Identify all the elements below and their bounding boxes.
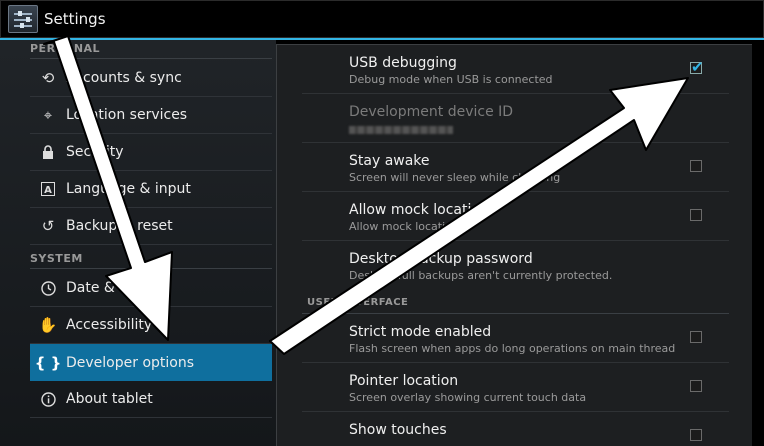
sidebar-item-accounts-sync[interactable]: ⟲ Accounts & sync [30, 60, 272, 97]
sidebar-item-label: Date & time [66, 280, 151, 296]
clock-icon [32, 280, 64, 296]
pref-usb-debugging[interactable]: USB debugging Debug mode when USB is con… [302, 45, 729, 94]
sidebar-item-label: About tablet [66, 391, 153, 407]
lock-icon [32, 145, 64, 159]
strict-mode-checkbox[interactable] [690, 331, 702, 343]
sidebar-item-language-input[interactable]: A Language & input [30, 171, 272, 208]
redacted-device-id [349, 126, 453, 134]
section-header-personal: PERSONAL [30, 42, 272, 59]
pref-title: Strict mode enabled [349, 324, 492, 340]
braces-icon: { } [34, 353, 62, 372]
svg-text:A: A [44, 185, 52, 196]
stay-awake-checkbox[interactable] [690, 160, 702, 172]
sidebar-item-label: Location services [66, 107, 188, 123]
pref-summary: Allow mock locations [349, 220, 465, 233]
pref-title: Desktop backup password [349, 251, 533, 267]
mock-locations-checkbox[interactable] [690, 209, 702, 221]
section-header-user-interface: USER INTERFACE [307, 297, 409, 308]
sidebar-item-accessibility[interactable]: ✋ Accessibility [30, 307, 272, 344]
pref-title: Allow mock locations [349, 202, 497, 218]
pointer-location-checkbox[interactable] [690, 380, 702, 392]
pref-desktop-backup-password[interactable]: Desktop backup password Desktop full bac… [302, 241, 729, 289]
sidebar-item-label: Security [66, 144, 124, 160]
pref-allow-mock-locations[interactable]: Allow mock locations Allow mock location… [302, 192, 729, 241]
sidebar-item-security[interactable]: Security [30, 134, 272, 171]
pref-summary: Flash screen when apps do long operation… [349, 342, 676, 355]
info-icon [32, 391, 64, 407]
pref-summary: Debug mode when USB is connected [349, 73, 553, 86]
sidebar-item-date-time[interactable]: Date & time [30, 270, 272, 307]
usb-debugging-checkbox[interactable] [690, 58, 704, 76]
pref-title: Show touches [349, 422, 447, 438]
sync-icon: ⟲ [41, 69, 55, 87]
sidebar-item-label: Accounts & sync [66, 70, 182, 86]
sidebar-item-label: Backup & reset [66, 218, 173, 234]
sidebar-item-about-tablet[interactable]: About tablet [30, 381, 272, 418]
hand-icon: ✋ [38, 316, 58, 334]
sidebar-item-location-services[interactable]: ⌖ Location services [30, 97, 272, 134]
developer-options-panel: USB debugging Debug mode when USB is con… [276, 44, 752, 446]
sidebar-item-backup-reset[interactable]: ↺ Backup & reset [30, 208, 272, 245]
sidebar-item-label: Accessibility [66, 317, 153, 333]
pref-summary: Screen overlay showing current touch dat… [349, 391, 587, 404]
language-icon: A [32, 182, 64, 196]
pref-title: Development device ID [349, 104, 514, 120]
pref-strict-mode[interactable]: Strict mode enabled Flash screen when ap… [302, 314, 729, 363]
show-touches-checkbox[interactable] [690, 429, 702, 441]
pref-title: USB debugging [349, 55, 457, 71]
pref-title: Pointer location [349, 373, 459, 389]
pref-stay-awake[interactable]: Stay awake Screen will never sleep while… [302, 143, 729, 192]
settings-sliders-icon[interactable] [8, 5, 38, 33]
sidebar: PERSONAL ⟲ Accounts & sync ⌖ Location se… [0, 40, 276, 446]
backup-icon: ↺ [41, 217, 55, 235]
pref-show-touches[interactable]: Show touches [302, 412, 729, 446]
pref-summary: Screen will never sleep while charging [349, 171, 561, 184]
title-bar: Settings [0, 0, 764, 38]
pref-title: Stay awake [349, 153, 430, 169]
sidebar-item-label: Developer options [66, 354, 195, 371]
section-header-system: SYSTEM [30, 252, 272, 269]
pref-summary: Desktop full backups aren't currently pr… [349, 269, 613, 282]
pref-pointer-location[interactable]: Pointer location Screen overlay showing … [302, 363, 729, 412]
app-title: Settings [44, 10, 106, 28]
pref-development-device-id: Development device ID [302, 94, 729, 143]
location-icon: ⌖ [43, 106, 53, 124]
sidebar-item-label: Language & input [66, 181, 191, 197]
sidebar-item-developer-options[interactable]: { } Developer options [30, 344, 272, 381]
